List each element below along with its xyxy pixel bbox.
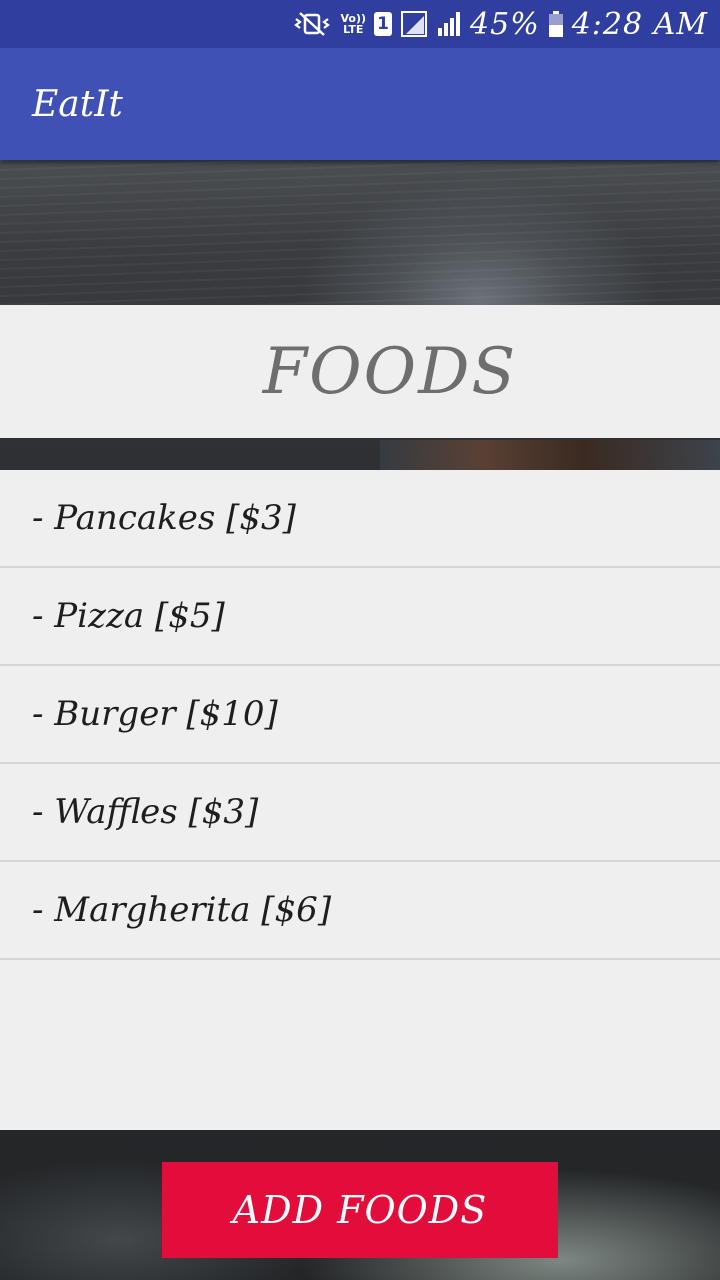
section-title: FOODS <box>262 334 518 409</box>
list-item-label: - Waffles [$3] <box>32 792 259 832</box>
clock: 4:28 AM <box>571 6 708 42</box>
vibrate-mute-icon <box>292 10 332 38</box>
background-wood-texture <box>0 160 720 310</box>
battery-icon <box>548 10 564 38</box>
add-foods-button[interactable]: ADD FOODS <box>162 1162 558 1258</box>
list-item-label: - Burger [$10] <box>32 694 278 734</box>
sim-icon: 1 <box>374 12 393 36</box>
app-title: EatIt <box>32 83 123 125</box>
signal-icon <box>436 10 462 38</box>
food-list: - Pancakes [$3] - Pizza [$5] - Burger [$… <box>0 470 720 1130</box>
app-bar: EatIt <box>0 48 720 160</box>
list-item[interactable]: - Burger [$10] <box>0 666 720 764</box>
list-item-label: - Pancakes [$3] <box>32 498 296 538</box>
list-item-label: - Margherita [$6] <box>32 890 332 930</box>
status-bar: Vo)) LTE 1 45% 4:28 AM <box>0 0 720 48</box>
list-item[interactable]: - Pizza [$5] <box>0 568 720 666</box>
battery-percent: 45% <box>470 6 540 42</box>
volte-bottom-label: LTE <box>343 23 364 36</box>
list-item[interactable]: - Margherita [$6] <box>0 862 720 960</box>
volte-icon: Vo)) LTE <box>340 13 366 35</box>
background-food-strip <box>380 440 720 470</box>
signal-icon <box>400 10 428 38</box>
list-item[interactable]: - Waffles [$3] <box>0 764 720 862</box>
list-item-label: - Pizza [$5] <box>32 596 225 636</box>
list-item[interactable]: - Pancakes [$3] <box>0 470 720 568</box>
foods-header: FOODS <box>0 305 720 438</box>
